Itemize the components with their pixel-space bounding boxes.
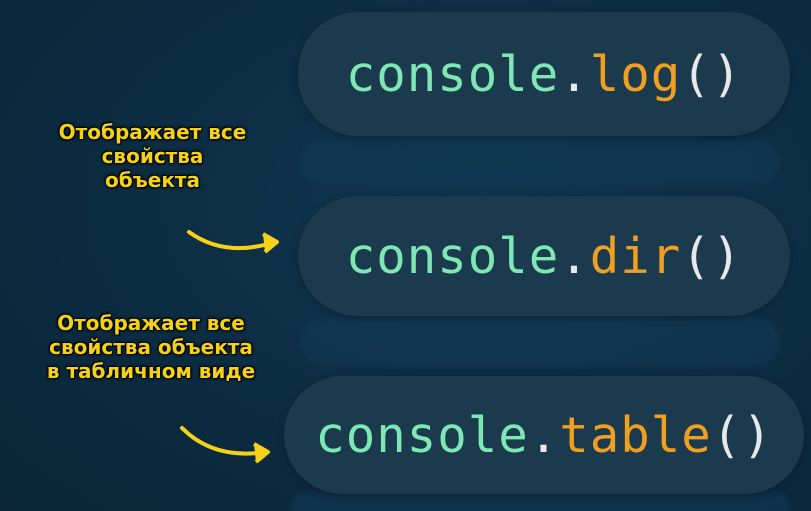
arrow-to-dir-icon [187, 230, 279, 254]
code-object: console [315, 406, 529, 464]
code-parens: () [681, 45, 743, 103]
code-console-table: console.table() [315, 407, 773, 464]
code-pill-table: console.table() [284, 376, 804, 494]
background-pill [290, 492, 790, 511]
code-dot: . [559, 45, 590, 103]
code-dot: . [559, 227, 590, 285]
code-method: dir [589, 227, 682, 285]
background-pill [300, 318, 780, 366]
arrow-to-table-icon [180, 426, 270, 464]
table-annotation-line: свойства объекта [49, 335, 253, 359]
code-console-log: console.log() [346, 46, 743, 103]
code-dot: . [528, 406, 560, 464]
code-method: log [589, 45, 682, 103]
code-object: console [345, 227, 560, 285]
code-parens: () [681, 227, 743, 285]
table-annotation-line: в табличном виде [46, 359, 256, 383]
code-pill-dir: console.dir() [298, 196, 790, 316]
dir-annotation-line: свойства [101, 144, 204, 168]
dir-annotation-line: объекта [105, 168, 200, 192]
code-parens: () [711, 406, 773, 464]
code-pill-log: console.log() [298, 12, 790, 136]
slide: console.log() console.dir() console.tabl… [0, 0, 811, 511]
code-console-dir: console.dir() [346, 228, 743, 285]
table-annotation-line: Отображает все [57, 311, 245, 335]
code-method: table [559, 406, 712, 464]
table-annotation: Отображает все свойства объекта в таблич… [12, 311, 290, 383]
dir-annotation-line: Отображает все [58, 120, 247, 144]
dir-annotation: Отображает все свойства объекта [20, 120, 285, 192]
code-object: console [345, 45, 560, 103]
background-pill [300, 140, 780, 185]
